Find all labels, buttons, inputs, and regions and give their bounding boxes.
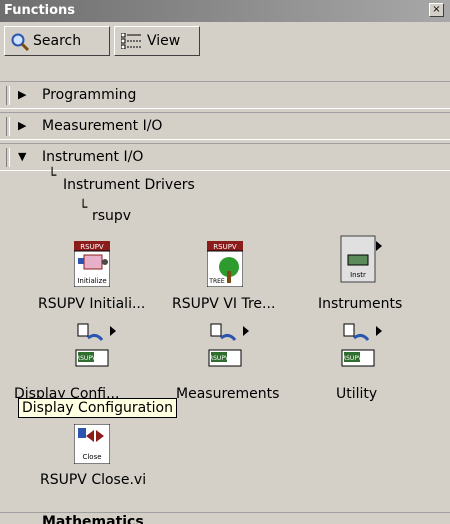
tree-item-label: Instrument I/O bbox=[42, 149, 144, 165]
search-button-label: Search bbox=[33, 33, 82, 49]
search-icon bbox=[11, 33, 30, 52]
palette-titlebar: Functions × bbox=[0, 0, 450, 22]
close-icon: × bbox=[432, 4, 441, 15]
svg-text:RSUPV: RSUPV bbox=[80, 243, 104, 251]
row-grip bbox=[6, 117, 10, 136]
tree-item-label: Measurement I/O bbox=[42, 118, 163, 134]
tree-item-rsupv[interactable]: rsupv bbox=[92, 208, 131, 224]
collapse-arrow-icon[interactable]: ▼ bbox=[18, 150, 26, 163]
tooltip: Display Configuration bbox=[18, 398, 177, 418]
palette-title: Functions bbox=[4, 3, 76, 18]
palette-item-label: RSUPV Close.vi bbox=[40, 472, 147, 488]
svg-text:Close: Close bbox=[82, 453, 101, 461]
close-button[interactable]: × bbox=[429, 3, 444, 17]
tree-item-programming[interactable]: ▶ Programming bbox=[0, 81, 450, 109]
display-config-folder-icon[interactable]: RSUPV bbox=[74, 320, 116, 370]
expand-arrow-icon[interactable]: ▶ bbox=[18, 119, 26, 132]
view-button-label: View bbox=[147, 33, 181, 49]
svg-text:Initialize: Initialize bbox=[77, 277, 106, 285]
utility-folder-icon[interactable]: RSUPV bbox=[340, 320, 382, 370]
svg-text:RSUPV: RSUPV bbox=[342, 355, 363, 362]
rsupv-initialize-icon[interactable]: RSUPV Initialize bbox=[73, 241, 111, 288]
tree-item-mathematics[interactable]: Mathematics bbox=[0, 512, 450, 524]
palette-item-label: Instruments bbox=[318, 296, 403, 312]
view-button[interactable]: View bbox=[114, 26, 200, 56]
svg-text:TREE: TREE bbox=[208, 278, 225, 285]
palette-item-label: RSUPV VI Tre... bbox=[172, 296, 276, 312]
row-grip bbox=[6, 148, 10, 167]
tree-connector-icon: └ bbox=[48, 168, 57, 184]
instruments-folder-icon[interactable]: Instr bbox=[340, 235, 382, 283]
tree-item-instrument-io[interactable]: ▼ Instrument I/O bbox=[0, 143, 450, 171]
tree-item-instrument-drivers[interactable]: Instrument Drivers bbox=[63, 177, 195, 193]
tree-connector-icon: └ bbox=[79, 200, 88, 216]
svg-text:Instr: Instr bbox=[350, 271, 366, 279]
svg-text:RSUPV: RSUPV bbox=[213, 243, 237, 251]
measurements-folder-icon[interactable]: RSUPV bbox=[207, 320, 249, 370]
view-icon bbox=[121, 33, 141, 49]
expand-arrow-icon[interactable]: ▶ bbox=[18, 88, 26, 101]
rsupv-vi-tree-icon[interactable]: RSUPV TREE bbox=[206, 241, 244, 288]
tree-item-label: Programming bbox=[42, 87, 137, 103]
search-button[interactable]: Search bbox=[4, 26, 110, 56]
rsupv-close-icon[interactable]: Close bbox=[73, 423, 111, 465]
tree-item-measurement-io[interactable]: ▶ Measurement I/O bbox=[0, 112, 450, 140]
svg-text:RSUPV: RSUPV bbox=[209, 355, 230, 362]
palette-item-label: Measurements bbox=[176, 386, 280, 402]
palette-item-label: Utility bbox=[336, 386, 378, 402]
palette-item-label: RSUPV Initiali... bbox=[38, 296, 146, 312]
svg-text:RSUPV: RSUPV bbox=[76, 355, 97, 362]
row-grip bbox=[6, 86, 10, 105]
